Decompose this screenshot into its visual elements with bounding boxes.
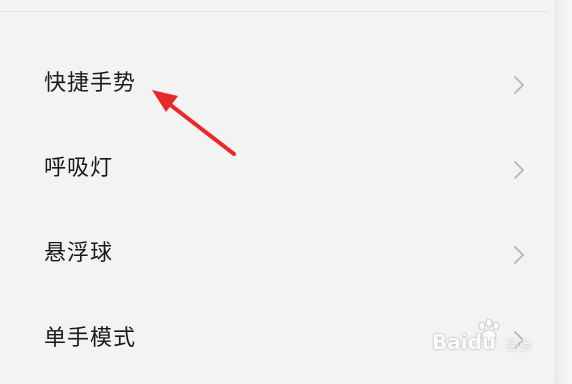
chevron-right-icon — [514, 161, 524, 179]
red-arrow-annotation — [152, 90, 236, 156]
watermark-text: Baidu — [432, 330, 497, 354]
settings-screen: 快捷手势 呼吸灯 悬浮球 单手模式 Baidu 经验 — [0, 0, 572, 384]
baidu-watermark: Baidu 经验 — [432, 318, 554, 362]
settings-item-label: 悬浮球 — [44, 241, 114, 266]
settings-item-label: 呼吸灯 — [44, 156, 114, 181]
settings-item-label: 单手模式 — [44, 326, 137, 351]
settings-item-breathing-light[interactable]: 呼吸灯 — [0, 127, 556, 212]
settings-item-floating-ball[interactable]: 悬浮球 — [0, 212, 556, 297]
watermark-subtext: 经验 — [506, 339, 533, 354]
chevron-right-icon — [514, 246, 524, 264]
settings-item-quick-gestures[interactable]: 快捷手势 — [0, 42, 556, 127]
chevron-right-icon — [514, 76, 524, 94]
scroll-edge — [555, 0, 572, 384]
top-divider — [0, 11, 548, 12]
settings-item-label: 快捷手势 — [44, 71, 137, 96]
